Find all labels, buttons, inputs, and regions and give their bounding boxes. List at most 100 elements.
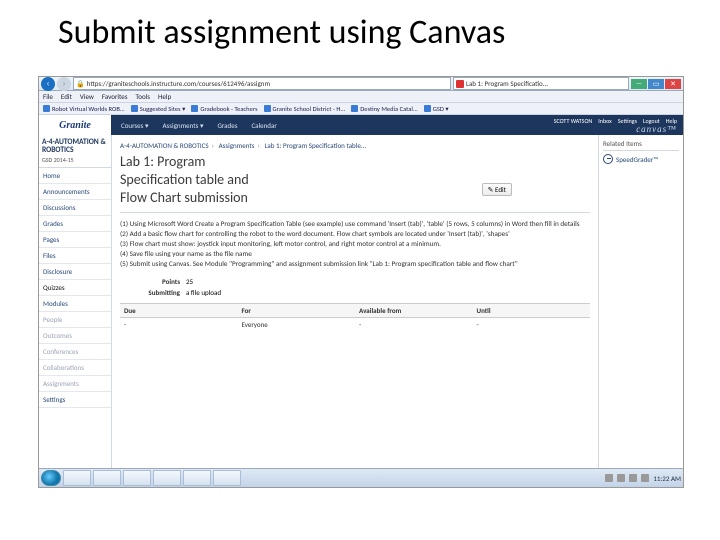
due-table-row: - Everyone - - bbox=[120, 318, 590, 331]
nav-pages[interactable]: Pages bbox=[39, 232, 111, 248]
favorite-icon bbox=[351, 105, 358, 112]
col-available: Available from bbox=[355, 304, 473, 317]
taskbar-button[interactable] bbox=[93, 470, 121, 486]
screenshot-window: ‹ › 🔒 https://graniteschools.instructure… bbox=[38, 76, 684, 488]
taskbar-button[interactable] bbox=[183, 470, 211, 486]
address-bar[interactable]: 🔒 https://graniteschools.instructure.com… bbox=[73, 77, 451, 90]
nav-calendar[interactable]: Calendar bbox=[251, 121, 276, 130]
browser-menu-bar: File Edit View Favorites Tools Help bbox=[39, 91, 683, 103]
nav-courses[interactable]: Courses ▾ bbox=[121, 121, 148, 130]
course-header: A-4-AUTOMATION & ROBOTICS GSD 2014-15 bbox=[39, 135, 111, 168]
tray-icon[interactable] bbox=[617, 474, 625, 482]
minimize-button[interactable]: — bbox=[631, 79, 647, 89]
nav-modules[interactable]: Modules bbox=[39, 296, 111, 312]
nav-assignments[interactable]: Assignments ▾ bbox=[162, 121, 203, 130]
assignment-meta: Points25 Submittinga file upload bbox=[120, 277, 590, 297]
favorite-link[interactable]: Suggested Sites ▾ bbox=[131, 105, 186, 113]
tray-icon[interactable] bbox=[605, 474, 613, 482]
start-button[interactable] bbox=[41, 470, 61, 486]
canvas-header-right: SCOTT WATSON Inbox Settings Logout Help … bbox=[554, 115, 677, 135]
nav-conferences[interactable]: Conferences bbox=[39, 344, 111, 360]
instruction-line: (5) Submit using Canvas. See Module "Pro… bbox=[120, 259, 590, 269]
nav-home[interactable]: Home bbox=[39, 168, 111, 184]
cell-for: Everyone bbox=[238, 318, 356, 331]
favorite-link[interactable]: Destiny Media Catal... bbox=[351, 105, 417, 113]
favorite-icon bbox=[191, 105, 198, 112]
taskbar-button[interactable] bbox=[123, 470, 151, 486]
link-inbox[interactable]: Inbox bbox=[598, 117, 611, 125]
favorite-link[interactable]: Granite School District - H... bbox=[264, 105, 346, 113]
course-term: GSD 2014-15 bbox=[42, 156, 74, 164]
nav-disclosure[interactable]: Disclosure bbox=[39, 264, 111, 280]
menu-tools[interactable]: Tools bbox=[136, 92, 151, 101]
favorite-link[interactable]: Gradebook - Teachers bbox=[191, 105, 257, 113]
link-settings[interactable]: Settings bbox=[618, 117, 637, 125]
maximize-button[interactable]: ▭ bbox=[648, 79, 664, 89]
nav-outcomes[interactable]: Outcomes bbox=[39, 328, 111, 344]
main-content: A-4-AUTOMATION & ROBOTICS› Assignments› … bbox=[112, 135, 598, 477]
instruction-line: (4) Save file using your name as the fil… bbox=[120, 249, 590, 259]
crumb-assignments[interactable]: Assignments bbox=[219, 141, 255, 150]
browser-tab[interactable]: Lab 1: Program Specificatio... bbox=[453, 77, 629, 90]
nav-files[interactable]: Files bbox=[39, 248, 111, 264]
menu-view[interactable]: View bbox=[80, 92, 94, 101]
cell-available: - bbox=[355, 318, 473, 331]
favorite-link[interactable]: GSD ▾ bbox=[424, 105, 449, 113]
clock[interactable]: 11:22 AM bbox=[653, 474, 681, 483]
divider bbox=[120, 212, 590, 213]
nav-quizzes[interactable]: Quizzes bbox=[39, 280, 111, 296]
speedgrader-label: SpeedGrader™ bbox=[616, 155, 658, 164]
close-button[interactable]: ✕ bbox=[665, 79, 681, 89]
taskbar-button[interactable] bbox=[213, 470, 241, 486]
url-text: https://graniteschools.instructure.com/c… bbox=[87, 78, 270, 89]
assignment-instructions: (1) Using Microsoft Word Create a Progra… bbox=[120, 219, 590, 269]
taskbar-button[interactable] bbox=[153, 470, 181, 486]
related-heading: Related Items bbox=[603, 139, 679, 151]
assignment-title: Specification table and bbox=[120, 172, 590, 188]
cell-due: - bbox=[120, 318, 238, 331]
speedgrader-link[interactable]: SpeedGrader™ bbox=[603, 154, 679, 164]
nav-people[interactable]: People bbox=[39, 312, 111, 328]
col-due: Due bbox=[120, 304, 238, 317]
window-buttons: — ▭ ✕ bbox=[631, 79, 681, 89]
nav-collaborations[interactable]: Collaborations bbox=[39, 360, 111, 376]
district-logo[interactable]: Granite bbox=[39, 115, 111, 135]
nav-discussions[interactable]: Discussions bbox=[39, 200, 111, 216]
breadcrumb: A-4-AUTOMATION & ROBOTICS› Assignments› … bbox=[120, 141, 590, 150]
canvas-header: Granite Courses ▾ Assignments ▾ Grades C… bbox=[39, 115, 683, 135]
points-label: Points bbox=[120, 277, 180, 286]
forward-button[interactable]: › bbox=[57, 77, 71, 91]
favorite-icon bbox=[264, 105, 271, 112]
slide-title: Submit assignment using Canvas bbox=[0, 0, 720, 57]
back-button[interactable]: ‹ bbox=[41, 77, 55, 91]
due-table-header: Due For Available from Until bbox=[120, 303, 590, 318]
menu-favorites[interactable]: Favorites bbox=[102, 92, 128, 101]
crumb-current: Lab 1: Program Specification table... bbox=[264, 141, 366, 150]
nav-assignments-link[interactable]: Assignments bbox=[39, 376, 111, 392]
submitting-value: a file upload bbox=[186, 288, 221, 297]
tray-icon[interactable] bbox=[641, 474, 649, 482]
canvas-body: A-4-AUTOMATION & ROBOTICS GSD 2014-15 Ho… bbox=[39, 135, 683, 477]
taskbar-button[interactable] bbox=[63, 470, 91, 486]
nav-grades[interactable]: Grades bbox=[39, 216, 111, 232]
course-code: A-4-AUTOMATION & ROBOTICS bbox=[42, 139, 108, 155]
browser-titlebar: ‹ › 🔒 https://graniteschools.instructure… bbox=[39, 77, 683, 91]
favorite-link[interactable]: Robot Virtual Worlds ROB... bbox=[43, 105, 125, 113]
menu-help[interactable]: Help bbox=[158, 92, 171, 101]
menu-edit[interactable]: Edit bbox=[61, 92, 72, 101]
menu-file[interactable]: File bbox=[43, 92, 53, 101]
course-nav: A-4-AUTOMATION & ROBOTICS GSD 2014-15 Ho… bbox=[39, 135, 112, 477]
system-tray: 11:22 AM bbox=[605, 474, 681, 483]
crumb-course[interactable]: A-4-AUTOMATION & ROBOTICS bbox=[120, 141, 209, 150]
nav-grades[interactable]: Grades bbox=[217, 121, 237, 130]
user-name: SCOTT WATSON bbox=[554, 117, 593, 125]
edit-button[interactable]: ✎ Edit bbox=[482, 183, 512, 196]
submitting-label: Submitting bbox=[120, 288, 180, 297]
tray-icon[interactable] bbox=[629, 474, 637, 482]
col-until: Until bbox=[473, 304, 591, 317]
related-sidebar: Related Items SpeedGrader™ bbox=[598, 135, 683, 477]
nav-settings[interactable]: Settings bbox=[39, 392, 111, 408]
col-for: For bbox=[238, 304, 356, 317]
nav-announcements[interactable]: Announcements bbox=[39, 184, 111, 200]
favorite-icon bbox=[43, 105, 50, 112]
